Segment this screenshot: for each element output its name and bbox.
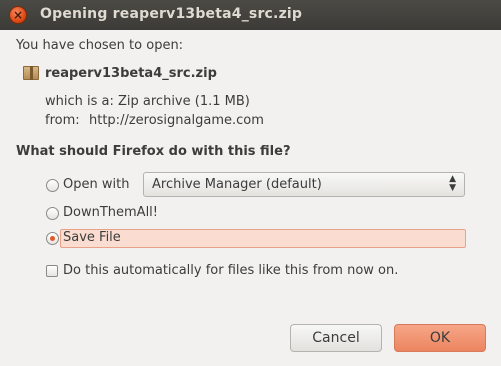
file-type-value: Zip archive (1.1 MB) (118, 94, 250, 109)
file-type-label: which is a: (45, 94, 114, 109)
zip-archive-icon (23, 66, 39, 80)
file-name: reaperv13beta4_src.zip (45, 66, 217, 81)
cancel-button[interactable]: Cancel (290, 324, 382, 352)
downthemall-label[interactable]: DownThemAll! (63, 205, 158, 220)
file-source-label: from: (45, 113, 80, 128)
downthemall-radio[interactable] (46, 207, 59, 220)
question-heading: What should Firefox do with this file? (16, 144, 291, 159)
file-source-value: http://zerosignalgame.com (89, 113, 264, 128)
intro-text: You have chosen to open: (16, 38, 184, 53)
open-with-radio[interactable] (46, 179, 59, 192)
download-dialog: × Opening reaperv13beta4_src.zip You hav… (0, 0, 501, 366)
window-title: Opening reaperv13beta4_src.zip (40, 6, 303, 22)
open-with-label[interactable]: Open with (63, 177, 129, 192)
save-file-label[interactable]: Save File (63, 230, 121, 245)
application-select-value: Archive Manager (default) (152, 177, 322, 192)
application-select[interactable]: Archive Manager (default) ▲ ▼ (143, 172, 465, 197)
title-bar: × Opening reaperv13beta4_src.zip (0, 0, 501, 30)
auto-checkbox-label[interactable]: Do this automatically for files like thi… (63, 263, 398, 278)
ok-button[interactable]: OK (394, 324, 486, 352)
select-arrows-icon: ▲ ▼ (449, 174, 456, 193)
auto-checkbox[interactable] (46, 265, 58, 277)
save-file-radio[interactable] (46, 232, 59, 245)
close-icon[interactable]: × (9, 6, 27, 24)
